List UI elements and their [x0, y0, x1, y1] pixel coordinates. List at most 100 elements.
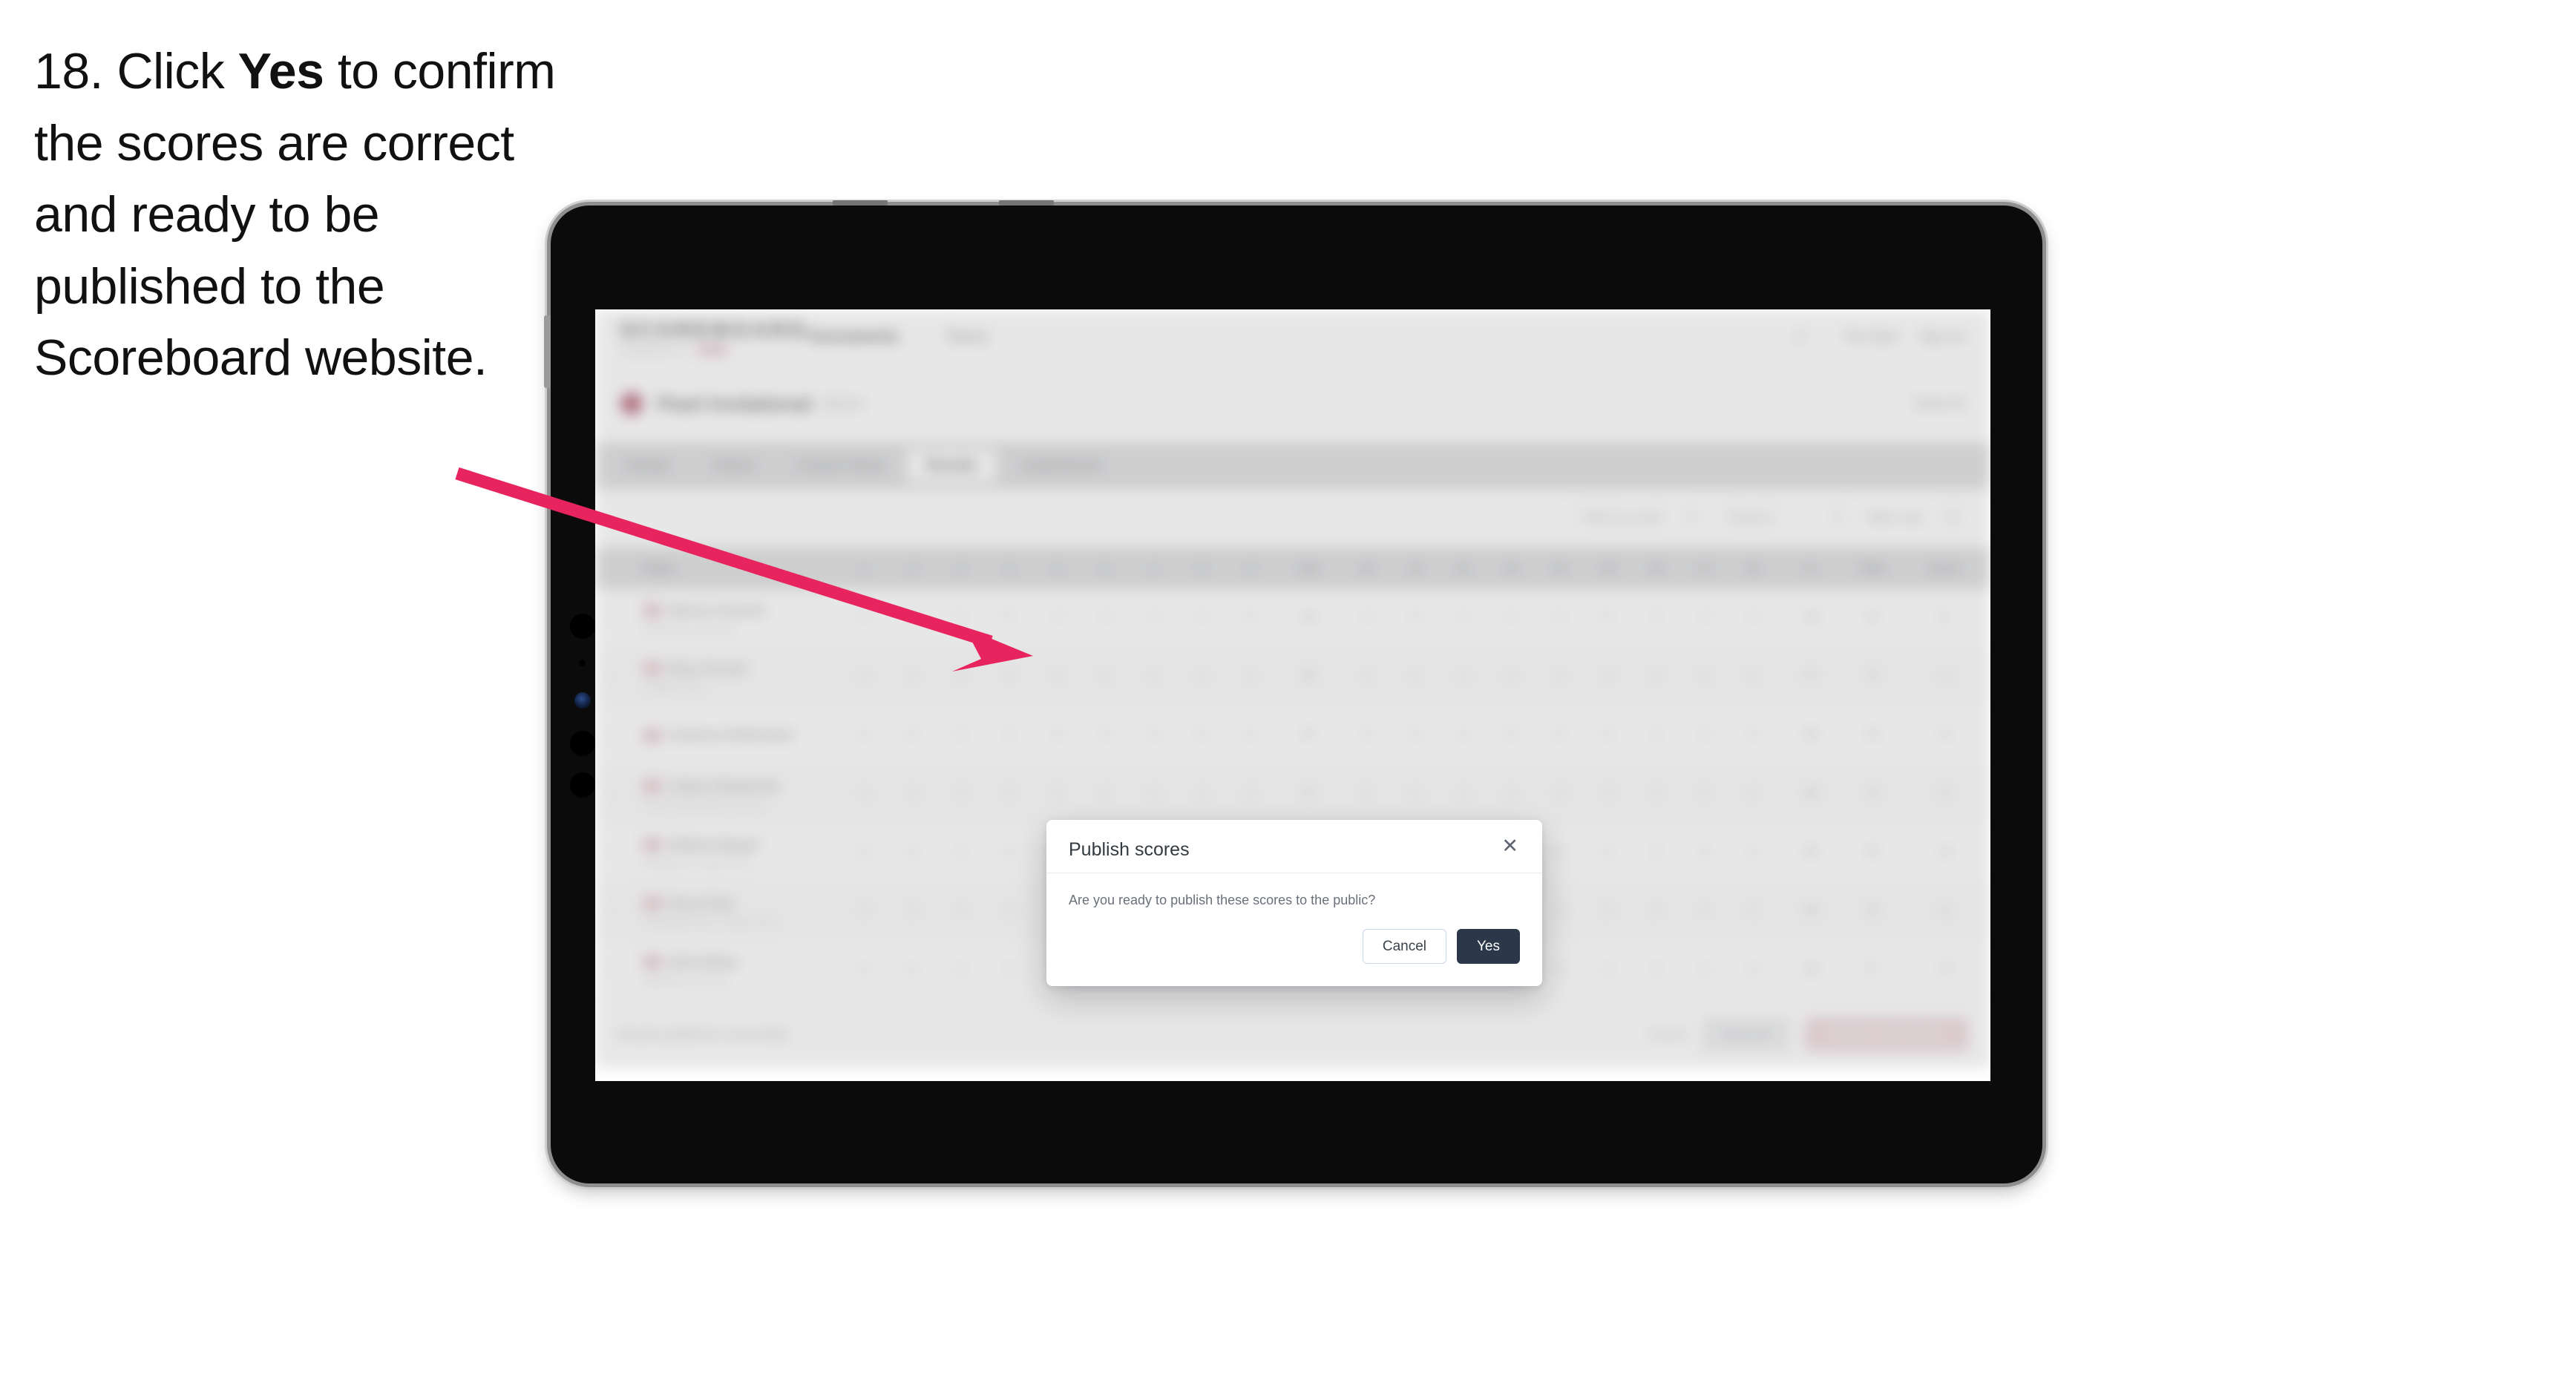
- footer-cancel-button[interactable]: Cancel: [1648, 1027, 1687, 1042]
- out-total[interactable]: 36: [1274, 611, 1343, 625]
- hole-score-3[interactable]: 3: [937, 729, 985, 742]
- hole-score-18[interactable]: 5: [1728, 963, 1777, 976]
- in-total[interactable]: 39: [1777, 963, 1845, 976]
- hole-score-15[interactable]: 4: [1584, 846, 1632, 859]
- hole-score-13[interactable]: 5: [1487, 670, 1536, 683]
- hole-score-7[interactable]: 3: [1130, 729, 1178, 742]
- hole-score-11[interactable]: 4: [1391, 787, 1439, 801]
- hole-score-16[interactable]: 3: [1632, 670, 1680, 683]
- hole-score-1[interactable]: 4: [840, 729, 888, 742]
- cancel-button[interactable]: Cancel: [1362, 929, 1446, 964]
- filter-by-round-select[interactable]: Filter by round ▾: [1570, 502, 1705, 533]
- hole-score-4[interactable]: 4: [985, 963, 1033, 976]
- hole-score-2[interactable]: 4: [888, 963, 937, 976]
- hole-score-9[interactable]: 5: [1226, 787, 1274, 801]
- hole-score-1[interactable]: 4: [840, 611, 888, 625]
- hole-score-8[interactable]: 4: [1178, 611, 1226, 625]
- hole-score-17[interactable]: 4: [1680, 904, 1728, 918]
- hole-score-8[interactable]: 4: [1178, 670, 1226, 683]
- hole-score-1[interactable]: 4: [840, 787, 888, 801]
- hole-score-3[interactable]: 3: [937, 670, 985, 683]
- hole-score-7[interactable]: 3: [1130, 670, 1178, 683]
- round-total[interactable]: 72: [1845, 611, 1898, 625]
- row-checkbox[interactable]: [595, 845, 638, 859]
- table-row[interactable]: Rhys Parnell Lowland Links 5 4 3 4 4 5 3 4 4 36 4 4 4 5…: [595, 648, 1990, 706]
- checkbox-icon[interactable]: [607, 904, 609, 918]
- hole-score-14[interactable]: 4: [1536, 904, 1584, 918]
- hole-score-11[interactable]: 4: [1391, 670, 1439, 683]
- hole-score-9[interactable]: 4: [1226, 670, 1274, 683]
- hole-score-3[interactable]: 3: [937, 611, 985, 625]
- checkbox-icon[interactable]: [607, 728, 609, 742]
- checkbox-icon[interactable]: [607, 845, 609, 859]
- hole-score-5[interactable]: 4: [1033, 611, 1081, 625]
- hole-score-17[interactable]: 4: [1680, 787, 1728, 801]
- hole-score-2[interactable]: 4: [888, 787, 937, 801]
- row-checkbox[interactable]: [595, 786, 638, 801]
- hole-score-8[interactable]: 5: [1178, 729, 1226, 742]
- hole-score-13[interactable]: 5: [1487, 729, 1536, 742]
- hole-score-10[interactable]: 4: [1343, 670, 1391, 683]
- hole-score-15[interactable]: 5: [1584, 611, 1632, 625]
- tab-details[interactable]: Details: [607, 450, 689, 482]
- out-total[interactable]: 37: [1274, 787, 1343, 801]
- hole-score-16[interactable]: 3: [1632, 611, 1680, 625]
- hole-score-7[interactable]: 3: [1130, 787, 1178, 801]
- tab-teams[interactable]: Teams: [693, 450, 773, 482]
- round-score[interactable]: +1: [1898, 670, 1990, 683]
- hole-score-15[interactable]: 4: [1584, 787, 1632, 801]
- round-total[interactable]: 73: [1845, 729, 1898, 742]
- hole-score-17[interactable]: 4: [1680, 729, 1728, 742]
- round-total[interactable]: 74: [1845, 787, 1898, 801]
- hole-score-2[interactable]: 4: [888, 846, 937, 859]
- gear-icon[interactable]: ⚙: [1937, 502, 1968, 533]
- round-total[interactable]: 77: [1845, 963, 1898, 976]
- hole-score-1[interactable]: 4: [840, 904, 888, 918]
- hole-score-1[interactable]: 5: [840, 670, 888, 683]
- checkbox-icon[interactable]: [607, 962, 609, 976]
- round-total[interactable]: 73: [1845, 670, 1898, 683]
- row-checkbox[interactable]: [595, 669, 638, 683]
- hole-score-2[interactable]: 4: [888, 611, 937, 625]
- hole-score-16[interactable]: 4: [1632, 729, 1680, 742]
- yes-button[interactable]: Yes: [1457, 929, 1520, 964]
- in-total[interactable]: 38: [1777, 846, 1845, 859]
- hole-score-15[interactable]: 4: [1584, 729, 1632, 742]
- close-icon[interactable]: ✕: [1500, 836, 1520, 856]
- hole-score-18[interactable]: 4: [1728, 846, 1777, 859]
- table-row[interactable]: Callum Weatherby Royal Sandsprings Golf C…: [595, 765, 1990, 824]
- hole-score-4[interactable]: 5: [985, 787, 1033, 801]
- hole-score-6[interactable]: 4: [1081, 729, 1130, 742]
- hole-score-4[interactable]: 4: [985, 729, 1033, 742]
- hole-score-4[interactable]: 4: [985, 670, 1033, 683]
- hole-score-6[interactable]: 4: [1081, 787, 1130, 801]
- row-checkbox[interactable]: [595, 962, 638, 976]
- round-total[interactable]: 76: [1845, 904, 1898, 918]
- hole-score-16[interactable]: 4: [1632, 846, 1680, 859]
- hole-score-5[interactable]: 5: [1033, 729, 1081, 742]
- hole-score-10[interactable]: 5: [1343, 787, 1391, 801]
- search-input[interactable]: [617, 502, 1558, 533]
- hole-score-12[interactable]: 3: [1439, 787, 1487, 801]
- hole-score-3[interactable]: 4: [937, 787, 985, 801]
- hole-score-12[interactable]: 3: [1439, 729, 1487, 742]
- hole-score-9[interactable]: 4: [1226, 729, 1274, 742]
- hole-score-14[interactable]: 5: [1536, 787, 1584, 801]
- hole-score-2[interactable]: 4: [888, 670, 937, 683]
- out-total[interactable]: 36: [1274, 670, 1343, 683]
- hole-score-13[interactable]: 4: [1487, 611, 1536, 625]
- hole-score-4[interactable]: 5: [985, 846, 1033, 859]
- nav-item-teams[interactable]: Teams: [945, 329, 989, 346]
- hole-score-18[interactable]: 4: [1728, 729, 1777, 742]
- hole-score-2[interactable]: 5: [888, 904, 937, 918]
- in-total[interactable]: 37: [1777, 670, 1845, 683]
- hole-score-15[interactable]: 4: [1584, 963, 1632, 976]
- hole-score-14[interactable]: 4: [1536, 611, 1584, 625]
- in-total[interactable]: 36: [1777, 729, 1845, 742]
- hole-score-6[interactable]: 5: [1081, 670, 1130, 683]
- hole-score-4[interactable]: 5: [985, 904, 1033, 918]
- hole-score-18[interactable]: 5: [1728, 670, 1777, 683]
- hole-score-5[interactable]: 4: [1033, 787, 1081, 801]
- event-id-label[interactable]: Event ID: [1914, 396, 1965, 412]
- in-total[interactable]: 36: [1777, 611, 1845, 625]
